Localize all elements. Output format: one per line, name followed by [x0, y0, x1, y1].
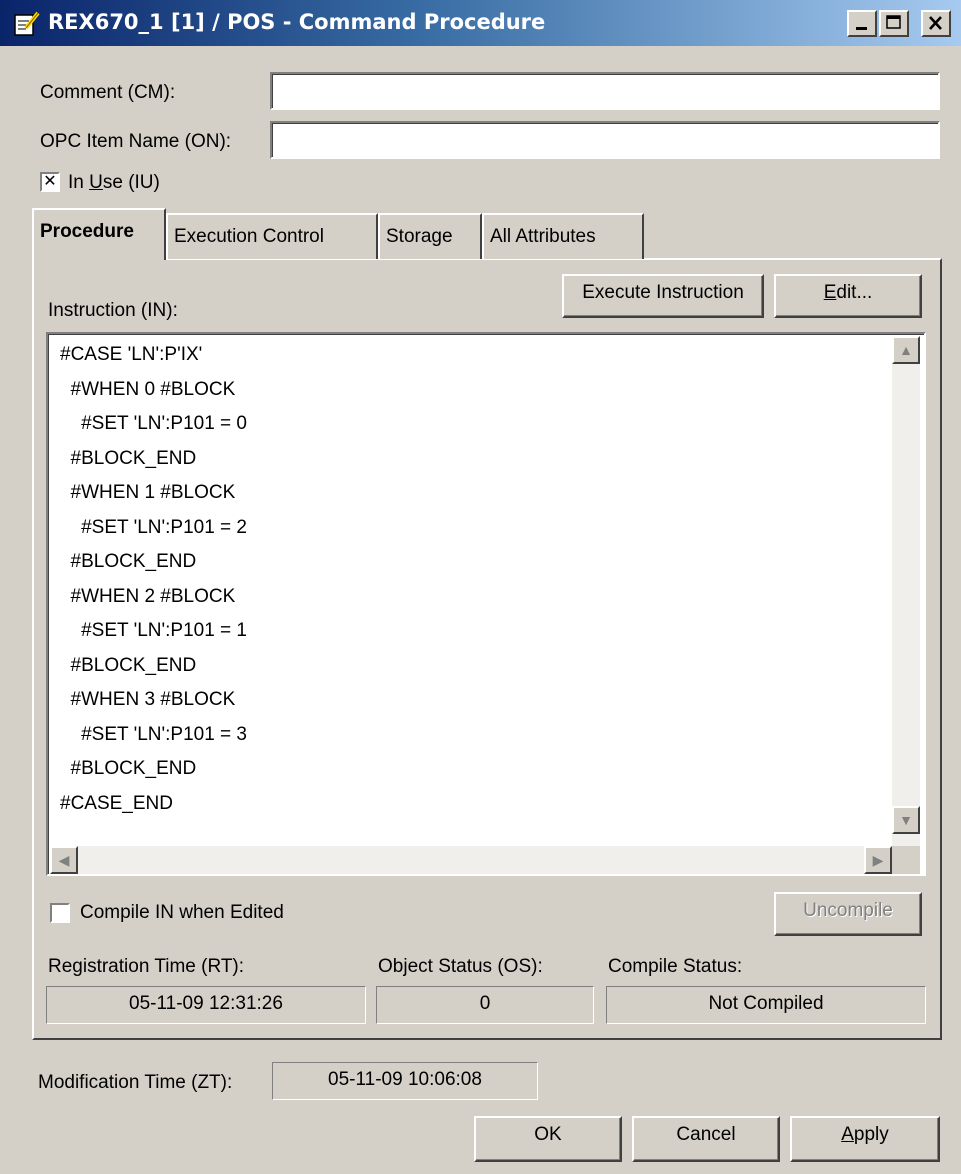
code-line: #SET 'LN':P101 = 3 — [60, 723, 247, 745]
vertical-scrollbar[interactable]: ▲ ▼ — [892, 336, 920, 846]
in-use-checkbox[interactable]: ✕ — [40, 172, 60, 192]
code-line: #WHEN 3 #BLOCK — [60, 689, 236, 710]
arrow-up-icon: ▲ — [899, 342, 913, 358]
minimize-button[interactable] — [847, 10, 877, 37]
compile-status-value: Not Compiled — [606, 986, 926, 1024]
compile-status-label: Compile Status: — [608, 956, 743, 977]
code-line: #WHEN 1 #BLOCK — [60, 482, 236, 503]
code-line: #SET 'LN':P101 = 1 — [60, 620, 247, 641]
code-line: #CASE_END — [60, 792, 173, 814]
scroll-down-button[interactable]: ▼ — [892, 806, 920, 834]
code-line: #BLOCK_END — [60, 758, 197, 779]
code-line: #WHEN 2 #BLOCK — [60, 585, 236, 607]
arrow-down-icon: ▼ — [899, 812, 913, 828]
registration-time-label: Registration Time (RT): — [48, 956, 245, 977]
close-button[interactable] — [921, 10, 951, 37]
tab-all-attributes[interactable]: All Attributes — [482, 213, 644, 259]
tab-storage[interactable]: Storage — [378, 213, 482, 259]
code-line: #BLOCK_END — [60, 654, 197, 676]
instruction-code[interactable]: #CASE 'LN':P'IX' #WHEN 0 #BLOCK #SET 'LN… — [60, 338, 880, 821]
edit-button[interactable]: Edit... — [774, 274, 922, 318]
minimize-icon — [856, 27, 867, 30]
uncompile-button[interactable]: Uncompile — [774, 892, 922, 936]
instruction-label: Instruction (IN): — [48, 300, 178, 321]
execute-instruction-button[interactable]: Execute Instruction — [562, 274, 764, 318]
maximize-button[interactable] — [879, 10, 909, 37]
arrow-left-icon: ◀ — [58, 852, 70, 868]
code-line: #BLOCK_END — [60, 551, 197, 572]
code-line: #CASE 'LN':P'IX' — [60, 344, 203, 365]
compile-in-when-edited-checkbox[interactable] — [50, 903, 70, 923]
code-line: #SET 'LN':P101 = 0 — [60, 413, 247, 434]
object-status-value: 0 — [376, 986, 594, 1024]
in-use-label: In Use (IU) — [68, 172, 160, 193]
scroll-up-button[interactable]: ▲ — [892, 336, 920, 364]
close-icon — [929, 16, 942, 30]
ok-button[interactable]: OK — [474, 1116, 622, 1162]
apply-button[interactable]: Apply — [790, 1116, 940, 1162]
window-title: REX670_1 [1] / POS - Command Procedure — [48, 10, 546, 34]
tab-procedure[interactable]: Procedure — [32, 208, 166, 260]
code-line: #SET 'LN':P101 = 2 — [60, 516, 247, 538]
compile-in-when-edited-label: Compile IN when Edited — [80, 902, 284, 923]
title-bar[interactable]: REX670_1 [1] / POS - Command Procedure — [0, 0, 961, 46]
opc-item-name-label: OPC Item Name (ON): — [40, 131, 232, 152]
comment-input[interactable] — [270, 72, 940, 110]
modification-time-label: Modification Time (ZT): — [38, 1072, 233, 1093]
modification-time-value: 05-11-09 10:06:08 — [272, 1062, 538, 1100]
maximize-icon — [886, 15, 901, 29]
scrollbar-corner — [892, 846, 920, 874]
code-line: #BLOCK_END — [60, 447, 197, 469]
cancel-button[interactable]: Cancel — [632, 1116, 780, 1162]
edit-document-icon — [14, 11, 40, 36]
code-line: #WHEN 0 #BLOCK — [60, 378, 236, 400]
tab-execution-control[interactable]: Execution Control — [166, 213, 378, 259]
horizontal-scrollbar[interactable]: ◀ ▶ — [50, 846, 892, 874]
scroll-right-button[interactable]: ▶ — [864, 846, 892, 874]
checkmark-x-icon: ✕ — [43, 173, 57, 190]
object-status-label: Object Status (OS): — [378, 956, 543, 977]
arrow-right-icon: ▶ — [872, 852, 884, 868]
opc-item-name-input[interactable] — [270, 121, 940, 159]
comment-label: Comment (CM): — [40, 82, 176, 103]
scroll-left-button[interactable]: ◀ — [50, 846, 78, 874]
registration-time-value: 05-11-09 12:31:26 — [46, 986, 366, 1024]
